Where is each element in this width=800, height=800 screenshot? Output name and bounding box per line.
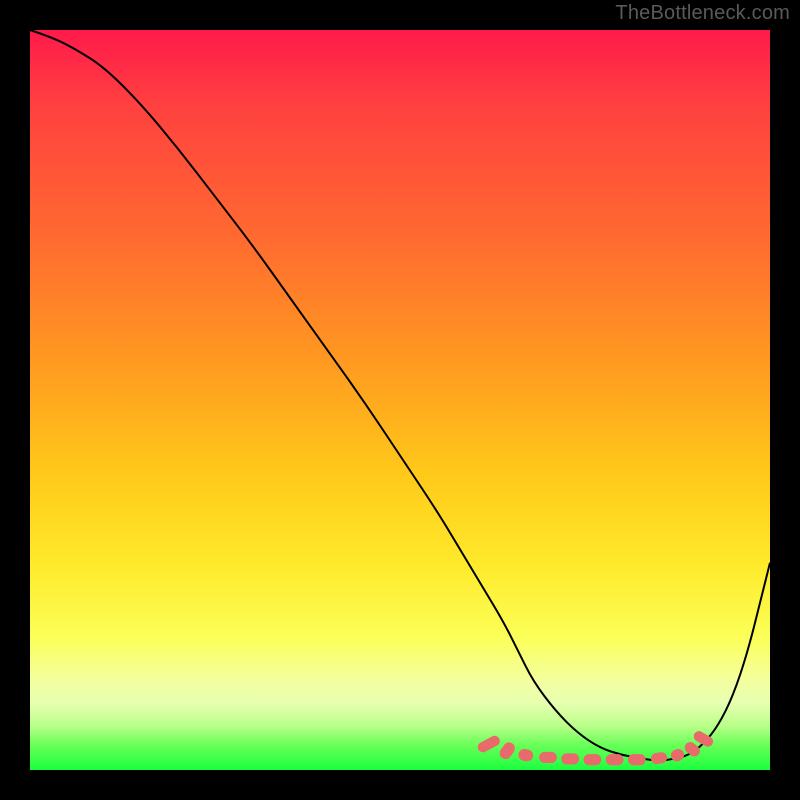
bottleneck-curve: [30, 30, 770, 761]
trough-marker: [561, 753, 579, 764]
trough-marker: [606, 754, 624, 765]
watermark-text: TheBottleneck.com: [615, 2, 790, 25]
trough-marker: [650, 752, 668, 765]
trough-marker: [497, 740, 517, 761]
trough-marker: [669, 747, 686, 763]
trough-marker: [628, 754, 646, 765]
trough-marker-group: [476, 729, 715, 765]
trough-marker: [517, 748, 534, 762]
trough-marker: [584, 754, 602, 765]
plot-area: [30, 30, 770, 770]
trough-marker: [476, 734, 502, 754]
chart-frame: TheBottleneck.com: [0, 0, 800, 800]
trough-marker: [539, 752, 557, 763]
curve-svg: [30, 30, 770, 770]
